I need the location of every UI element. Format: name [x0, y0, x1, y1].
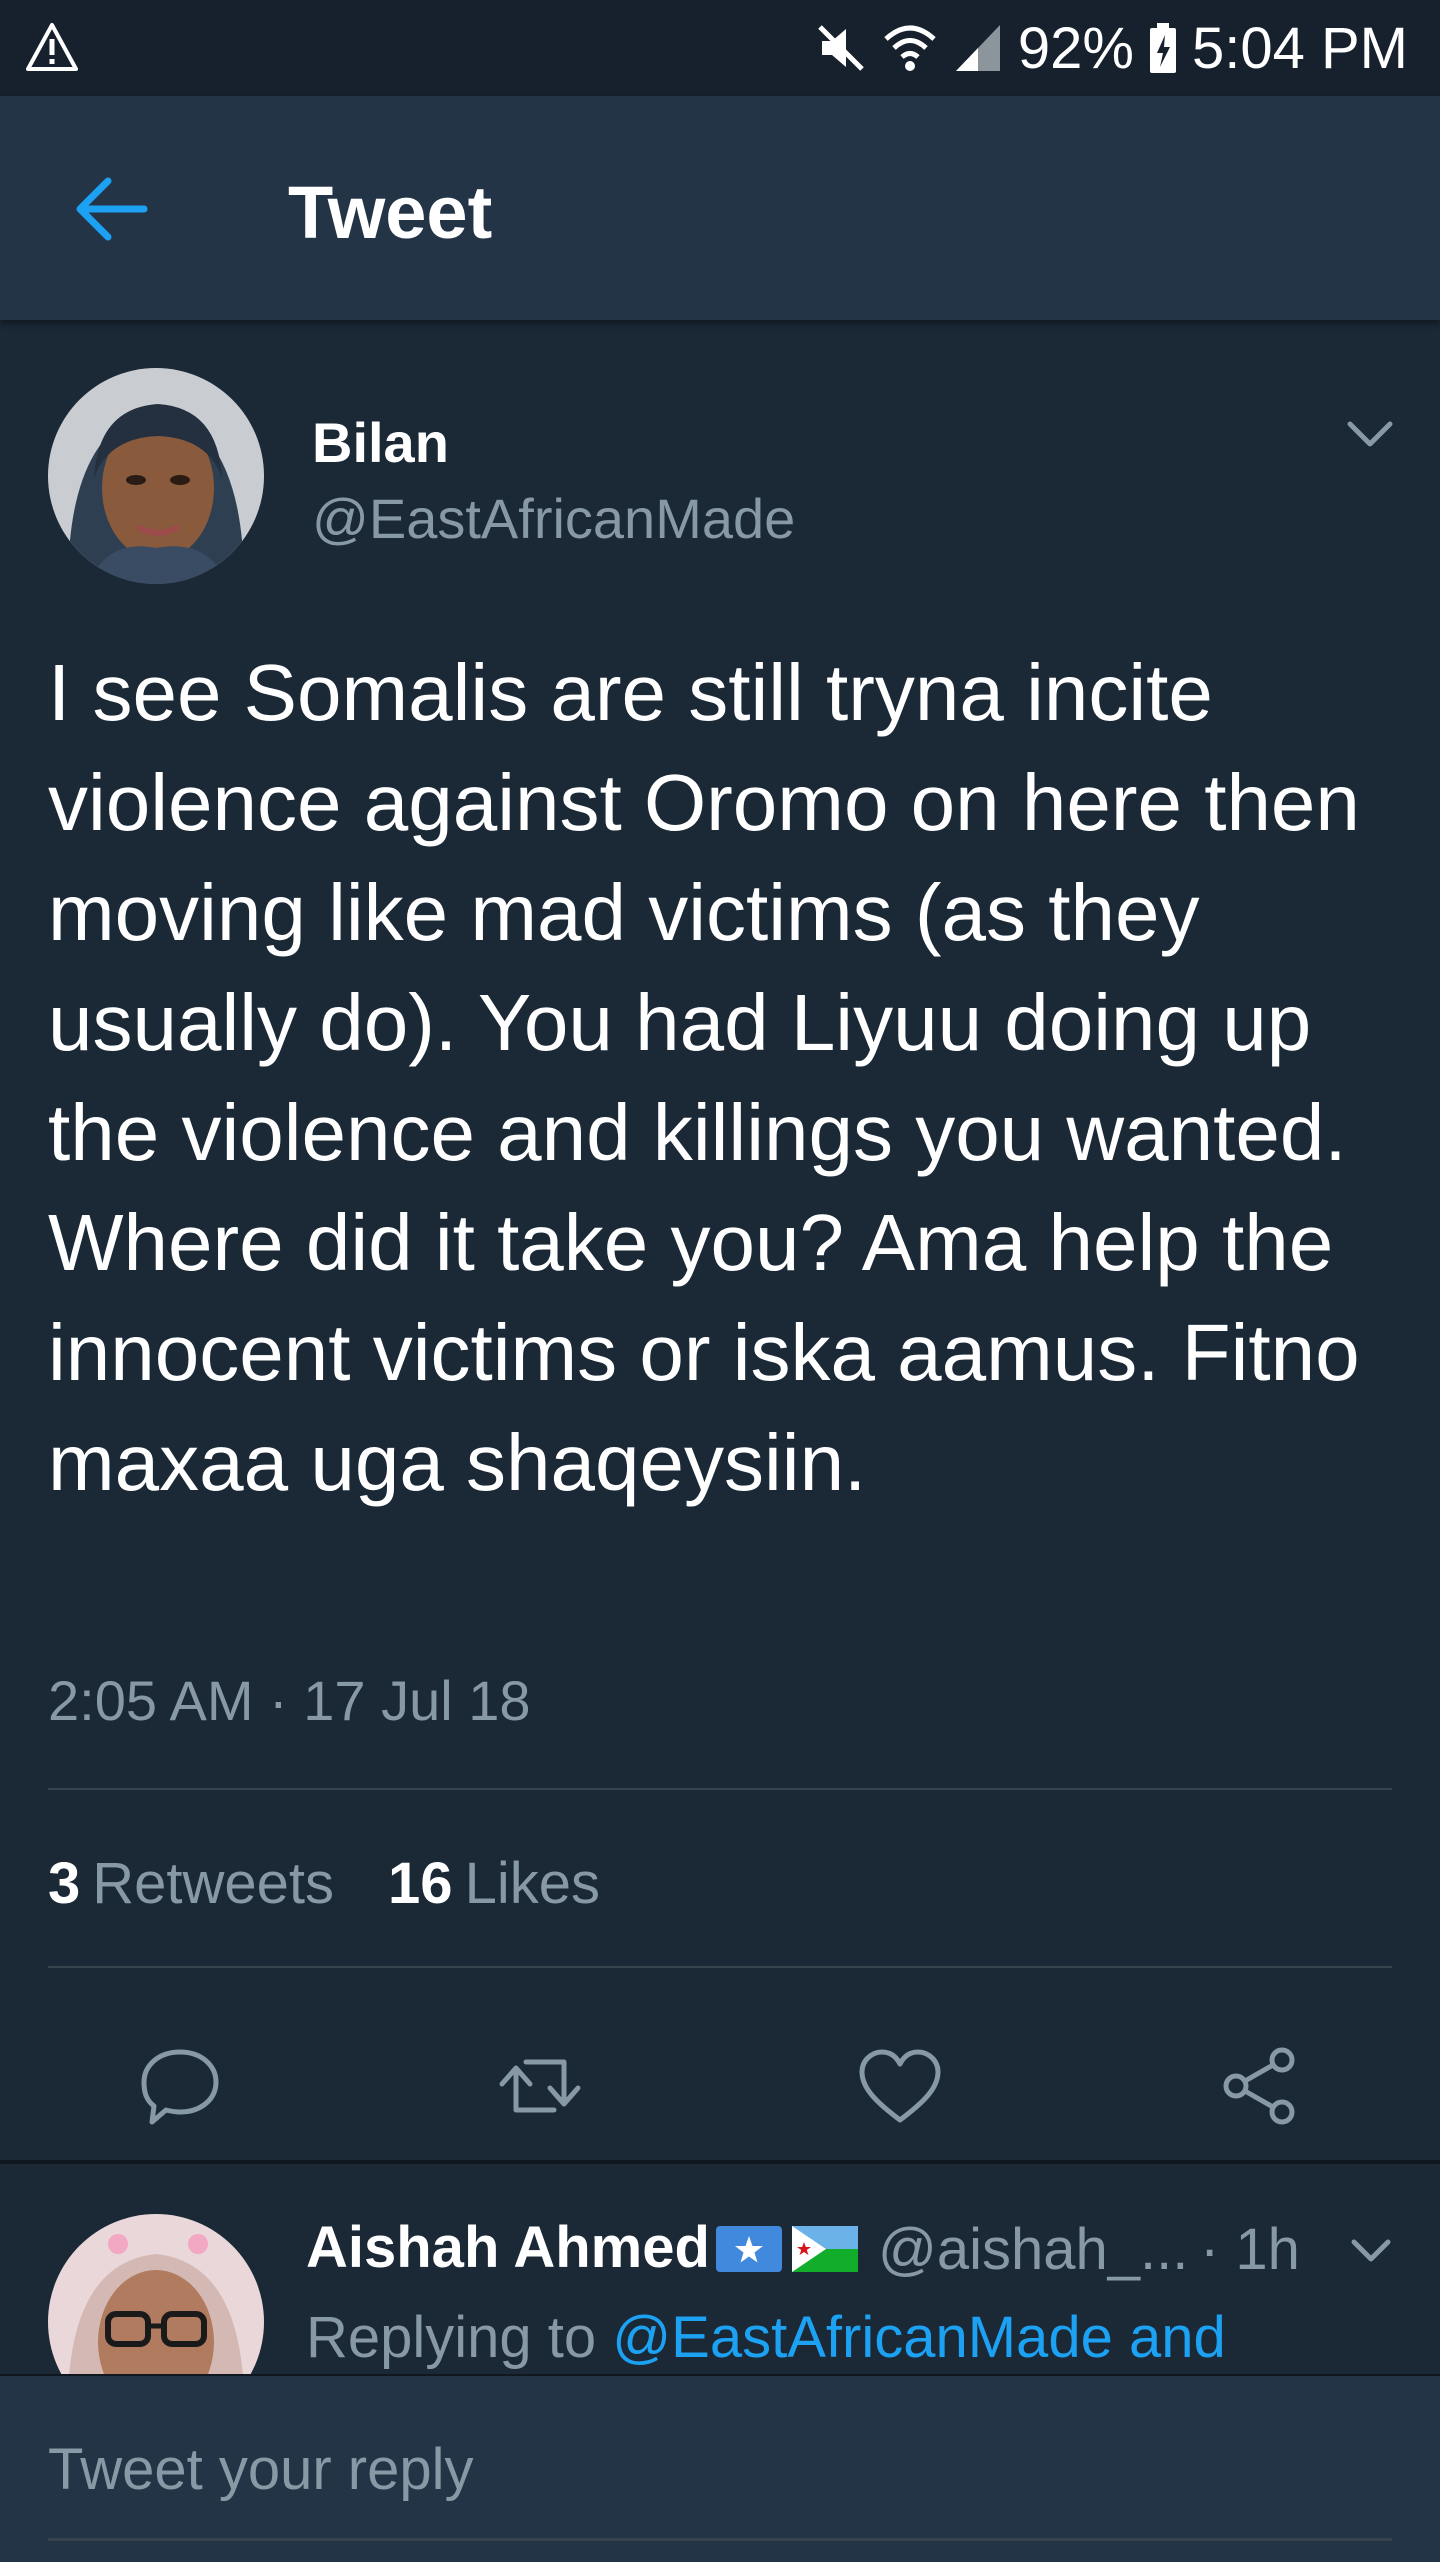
replying-to-line: Replying to @EastAfricanMade and: [306, 2304, 1226, 2371]
reply-author-name[interactable]: Aishah Ahmed: [306, 2214, 710, 2281]
retweet-icon[interactable]: [496, 2044, 584, 2128]
reply-time: · 1h: [1200, 2217, 1300, 2282]
somalia-flag-icon: [716, 2226, 782, 2272]
retweet-label: Retweets: [92, 1851, 335, 1916]
reply-icon[interactable]: [136, 2044, 224, 2128]
warning-icon: [26, 23, 78, 71]
app-bar: Tweet: [0, 96, 1440, 320]
avatar-image: [48, 368, 264, 584]
status-icons: 92% 5:04 PM: [814, 0, 1408, 96]
like-label: Likes: [464, 1851, 600, 1916]
reply-tweet[interactable]: Aishah Ahmed @aishah_... · 1h Replying t…: [0, 2164, 1440, 2374]
battery-percent: 92%: [1017, 15, 1134, 81]
tweet-timestamp: 2:05 AM · 17 Jul 18: [48, 1669, 531, 1732]
avatar-image: [48, 2214, 264, 2374]
author-handle[interactable]: @EastAfricanMade: [312, 486, 795, 551]
retweets-count-link[interactable]: 3 Retweets: [48, 1850, 334, 1917]
tweet-actions: [0, 2016, 1440, 2152]
share-icon[interactable]: [1216, 2044, 1304, 2128]
replying-to-link[interactable]: @EastAfricanMade and: [612, 2305, 1225, 2370]
wifi-icon: [884, 25, 936, 71]
author-name[interactable]: Bilan: [312, 410, 449, 475]
tweet-text: I see Somalis are still tryna incite vio…: [48, 648, 1360, 1507]
reply-author-handle[interactable]: @aishah_...: [878, 2216, 1188, 2283]
divider: [48, 1966, 1392, 1968]
page-title: Tweet: [288, 171, 493, 254]
mute-icon: [818, 25, 864, 71]
signal-icon: [955, 25, 1000, 71]
engagement-counts: 3 Retweets 16 Likes: [48, 1850, 600, 1917]
input-underline: [48, 2538, 1392, 2541]
status-bar: 92% 5:04 PM: [0, 0, 1440, 96]
divider: [48, 1788, 1392, 1790]
back-arrow-icon[interactable]: [72, 174, 152, 244]
replying-prefix: Replying to: [306, 2305, 597, 2370]
likes-count-link[interactable]: 16 Likes: [388, 1850, 600, 1917]
reply-composer: Tweet your reply: [0, 2374, 1440, 2562]
reply-input[interactable]: Tweet your reply: [48, 2436, 474, 2503]
like-icon[interactable]: [856, 2044, 944, 2128]
battery-icon: [1150, 23, 1176, 73]
clock: 5:04 PM: [1192, 15, 1408, 81]
chevron-down-icon[interactable]: [1346, 2226, 1396, 2276]
retweet-count: 3: [48, 1851, 81, 1916]
chevron-down-icon[interactable]: [1340, 404, 1400, 464]
djibouti-flag-icon: [792, 2226, 858, 2272]
avatar[interactable]: [48, 2214, 264, 2374]
avatar[interactable]: [48, 368, 264, 584]
like-count: 16: [388, 1851, 453, 1916]
